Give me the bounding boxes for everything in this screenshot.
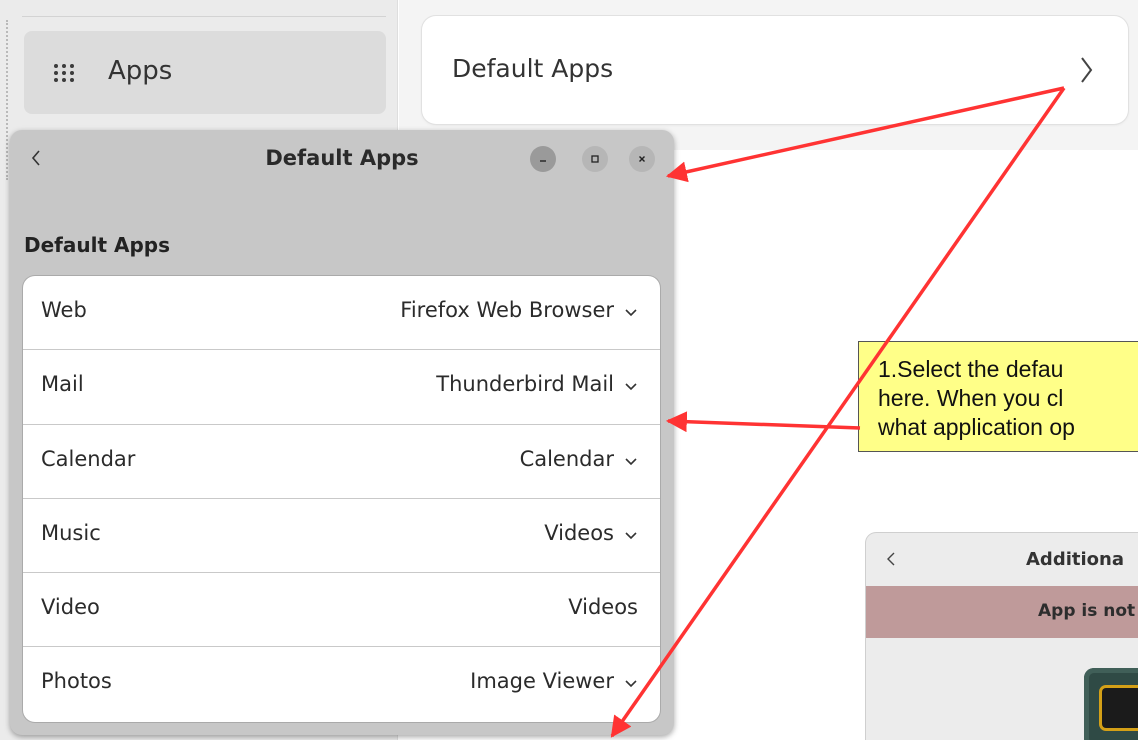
arrow-to-mail-row — [665, 411, 861, 433]
dialog-title: Default Apps — [265, 146, 419, 170]
additional-window: Additiona App is not s — [866, 533, 1138, 740]
row-dropdown-value[interactable]: Image Viewer — [470, 669, 614, 693]
callout-line: 1.Select the defau — [878, 356, 1064, 382]
row-dropdown-value[interactable]: Firefox Web Browser — [400, 298, 614, 322]
chevron-down-icon[interactable] — [624, 530, 638, 540]
minimize-icon — [540, 160, 546, 162]
row-label: Mail — [41, 372, 84, 397]
list-row-web[interactable]: Web Firefox Web Browser — [23, 276, 660, 351]
row-dropdown-value[interactable]: Thunderbird Mail — [436, 372, 614, 396]
maximize-button[interactable] — [582, 146, 608, 172]
minimize-button[interactable] — [530, 146, 556, 172]
list-row-music[interactable]: Music Videos — [23, 499, 660, 574]
default-apps-list: Web Firefox Web Browser Mail Thunderbird… — [23, 276, 660, 722]
callout-line: here. When you cl — [878, 385, 1064, 411]
list-row-mail[interactable]: Mail Thunderbird Mail — [23, 350, 660, 425]
annotation-callout: 1.Select the defau here. When you cl wha… — [858, 341, 1138, 452]
chevron-right-icon — [1081, 57, 1093, 83]
section-heading: Default Apps — [24, 233, 170, 257]
chevron-down-icon[interactable] — [624, 456, 638, 466]
list-row-calendar[interactable]: Calendar Calendar — [23, 425, 660, 499]
row-label: Music — [41, 520, 101, 545]
warning-banner: App is not s — [866, 586, 1138, 638]
sidebar-item-apps[interactable]: Apps — [24, 31, 386, 114]
row-label: Web — [41, 298, 87, 322]
processor-chip-icon — [1084, 668, 1138, 740]
list-row-video: Video Videos — [23, 573, 660, 648]
chevron-down-icon[interactable] — [624, 381, 638, 391]
warning-banner-text: App is not s — [1038, 601, 1138, 621]
chevron-down-icon[interactable] — [624, 307, 638, 317]
additional-window-title: Additiona — [1026, 549, 1124, 570]
row-dropdown-value[interactable]: Calendar — [520, 447, 614, 471]
row-label: Video — [41, 595, 100, 620]
row-label: Photos — [41, 669, 112, 694]
chevron-down-icon[interactable] — [624, 678, 638, 688]
app-grid-icon — [54, 64, 74, 82]
row-label: Calendar — [41, 446, 136, 471]
row-dropdown-value[interactable]: Videos — [544, 521, 614, 545]
default-apps-row-label: Default Apps — [452, 54, 614, 83]
maximize-icon — [591, 155, 599, 163]
list-row-photos[interactable]: Photos Image Viewer — [23, 647, 660, 721]
sidebar-divider — [22, 16, 386, 17]
callout-line: what application op — [878, 414, 1075, 440]
default-apps-row[interactable]: Default Apps — [422, 16, 1128, 124]
sidebar-item-label: Apps — [108, 56, 173, 86]
row-value: Videos — [568, 595, 638, 620]
close-icon — [639, 156, 645, 162]
close-button[interactable] — [629, 146, 655, 172]
back-icon[interactable] — [886, 551, 896, 567]
window-edge-handle — [6, 20, 8, 180]
default-apps-dialog: Default Apps Default Apps Web Firefox We… — [10, 130, 674, 735]
